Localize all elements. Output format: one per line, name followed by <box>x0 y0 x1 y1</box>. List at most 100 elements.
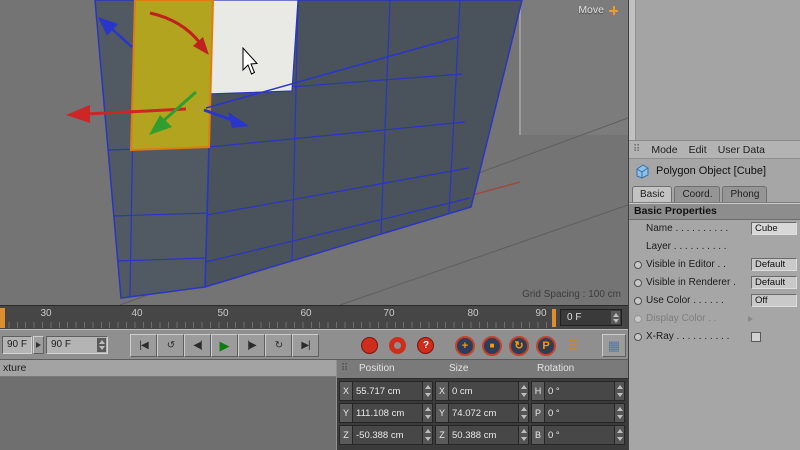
materials-panel: xture <box>0 360 336 450</box>
frame-stepper[interactable] <box>611 311 620 324</box>
tab-coord[interactable]: Coord. <box>674 186 720 202</box>
tab-phong[interactable]: Phong <box>722 186 767 202</box>
ruler-tick: 60 <box>300 308 311 319</box>
keyframe-dot-icon-disabled <box>634 315 642 323</box>
rotate-icon: ↻ <box>509 336 529 356</box>
rotation-b-cell: B 0 ° <box>531 425 625 445</box>
timeline-end-marker[interactable] <box>552 309 556 327</box>
viewport-3d[interactable]: Move Grid Spacing : 100 cm <box>0 0 628 305</box>
ruler-tick: 80 <box>467 308 478 319</box>
current-frame-field[interactable]: 0 F <box>560 309 622 326</box>
key-scale-toggle[interactable]: ■ <box>479 334 505 357</box>
record-icon <box>361 337 378 354</box>
previous-key-button[interactable]: ↺ <box>157 334 184 357</box>
visible-editor-label: Visible in Editor . . <box>646 259 726 270</box>
display-color-label: Display Color . . <box>646 313 717 324</box>
range-arrow-button[interactable] <box>33 336 44 354</box>
rotation-p-stepper[interactable] <box>614 404 624 422</box>
timeline-ruler[interactable]: 30 40 50 60 70 80 90 0 F <box>0 305 628 329</box>
materials-menu-bar[interactable]: xture <box>0 360 336 377</box>
record-help-button[interactable]: ? <box>412 334 439 357</box>
attr-row-name: Name . . . . . . . . . . Cube <box>629 220 800 238</box>
record-keyframe-button[interactable] <box>356 334 383 357</box>
play-button[interactable]: ▶ <box>211 334 238 357</box>
key-rotation-toggle[interactable]: ↻ <box>506 334 532 357</box>
menu-edit[interactable]: Edit <box>689 144 707 156</box>
section-basic-properties: Basic Properties <box>629 203 800 220</box>
move-cross-icon: + <box>455 336 475 356</box>
panel-grip-icon[interactable]: ⠿ <box>341 363 348 374</box>
rotation-p-field[interactable]: 0 ° <box>545 404 614 422</box>
viewport-canvas[interactable] <box>0 0 628 305</box>
rotation-p-cell: P 0 ° <box>531 403 625 423</box>
layers-icon: ▦ <box>608 338 620 354</box>
autokey-icon <box>389 337 406 354</box>
key-position-toggle[interactable]: + <box>452 334 478 357</box>
cube-object[interactable] <box>95 0 522 298</box>
size-header: Size <box>449 363 468 374</box>
visible-editor-dropdown[interactable]: Default <box>751 258 797 271</box>
menu-grip-icon[interactable]: ⠿ <box>633 144 640 155</box>
selected-polygon[interactable] <box>131 0 213 150</box>
autokey-button[interactable] <box>384 334 411 357</box>
highlighted-polygon[interactable] <box>209 0 298 94</box>
xray-checkbox[interactable] <box>751 332 761 342</box>
size-y-field[interactable]: 74.072 cm <box>449 404 518 422</box>
keyframe-dot-icon[interactable] <box>634 297 642 305</box>
grid-spacing-label: Grid Spacing : 100 cm <box>522 289 621 300</box>
keyframe-dot-icon[interactable] <box>634 279 642 287</box>
position-y-field[interactable]: 111.108 cm <box>353 404 422 422</box>
menu-user-data[interactable]: User Data <box>718 144 765 156</box>
attr-row-layer: Layer . . . . . . . . . . <box>629 238 800 256</box>
tab-basic[interactable]: Basic <box>632 186 672 202</box>
key-parameter-toggle[interactable]: P <box>533 334 559 357</box>
submenu-arrow-icon <box>748 316 753 322</box>
size-x-field[interactable]: 0 cm <box>449 382 518 400</box>
xray-label: X-Ray . . . . . . . . . . <box>646 331 729 342</box>
start-frame-field[interactable]: 90 F <box>2 336 32 354</box>
ruler-tick: 30 <box>40 308 51 319</box>
menu-mode[interactable]: Mode <box>651 144 677 156</box>
previous-frame-button[interactable]: ◀| <box>184 334 211 357</box>
position-x-field[interactable]: 55.717 cm <box>353 382 422 400</box>
use-color-label: Use Color . . . . . . <box>646 295 724 306</box>
rotation-b-stepper[interactable] <box>614 426 624 444</box>
end-frame-field[interactable]: 90 F <box>46 336 108 354</box>
keyframe-dot-icon[interactable] <box>634 261 642 269</box>
visible-renderer-dropdown[interactable]: Default <box>751 276 797 289</box>
texture-menu-partial[interactable]: xture <box>3 362 26 374</box>
goto-start-button[interactable]: |◀ <box>130 334 157 357</box>
rotation-b-field[interactable]: 0 ° <box>545 426 614 444</box>
attr-row-xray: X-Ray . . . . . . . . . . <box>629 328 800 346</box>
size-x-stepper[interactable] <box>518 382 528 400</box>
position-y-stepper[interactable] <box>422 404 432 422</box>
position-z-field[interactable]: -50.388 cm <box>353 426 422 444</box>
rotation-h-field[interactable]: 0 ° <box>545 382 614 400</box>
key-pla-toggle[interactable]: ⠿ <box>560 334 586 357</box>
use-color-dropdown[interactable]: Off <box>751 294 797 307</box>
next-frame-button[interactable]: |▶ <box>238 334 265 357</box>
timeline-layers-button[interactable]: ▦ <box>602 334 626 357</box>
size-z-field[interactable]: 50.388 cm <box>449 426 518 444</box>
rotation-h-stepper[interactable] <box>614 382 624 400</box>
position-z-stepper[interactable] <box>422 426 432 444</box>
goto-end-button[interactable]: ▶| <box>292 334 319 357</box>
size-y-stepper[interactable] <box>518 404 528 422</box>
coordinates-header: ⠿ Position Size Rotation <box>337 360 628 379</box>
name-input[interactable]: Cube <box>751 222 797 235</box>
next-key-button[interactable]: ↻ <box>265 334 292 357</box>
visible-renderer-label: Visible in Renderer . <box>646 277 736 288</box>
end-frame-stepper[interactable] <box>97 338 106 352</box>
size-z-stepper[interactable] <box>518 426 528 444</box>
vertical-scrollbar[interactable] <box>629 0 636 140</box>
attr-row-visible-editor: Visible in Editor . . Default <box>629 256 800 274</box>
polygon-object-icon <box>635 164 650 179</box>
position-header: Position <box>359 363 395 374</box>
timeline-start-marker[interactable] <box>0 308 5 328</box>
attribute-tabs: Basic Coord. Phong <box>629 183 800 203</box>
position-x-stepper[interactable] <box>422 382 432 400</box>
keyframe-dot-icon[interactable] <box>634 333 642 341</box>
object-manager-empty-area <box>629 0 800 141</box>
pla-dots-icon: ⠿ <box>568 337 579 355</box>
attr-row-use-color: Use Color . . . . . . Off <box>629 292 800 310</box>
